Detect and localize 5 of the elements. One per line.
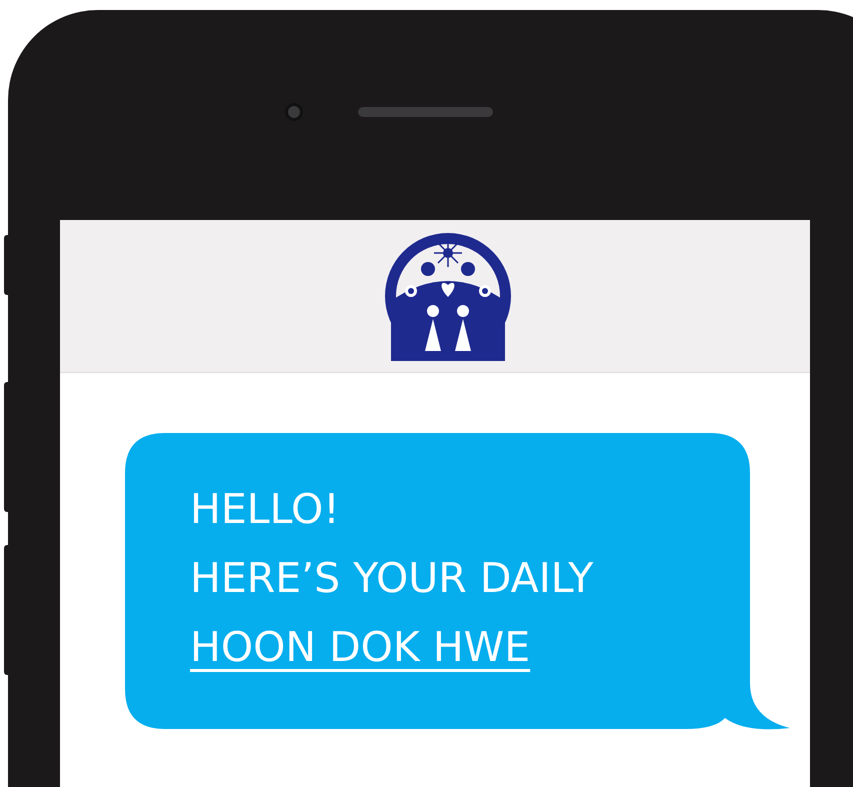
message-text: HERE’S YOUR DAILY (190, 553, 594, 604)
family-logo-icon (383, 231, 513, 361)
message-text: HELLO! (190, 484, 341, 535)
camera-icon (285, 103, 303, 121)
message-link[interactable]: HOON DOK HWE (190, 613, 530, 682)
